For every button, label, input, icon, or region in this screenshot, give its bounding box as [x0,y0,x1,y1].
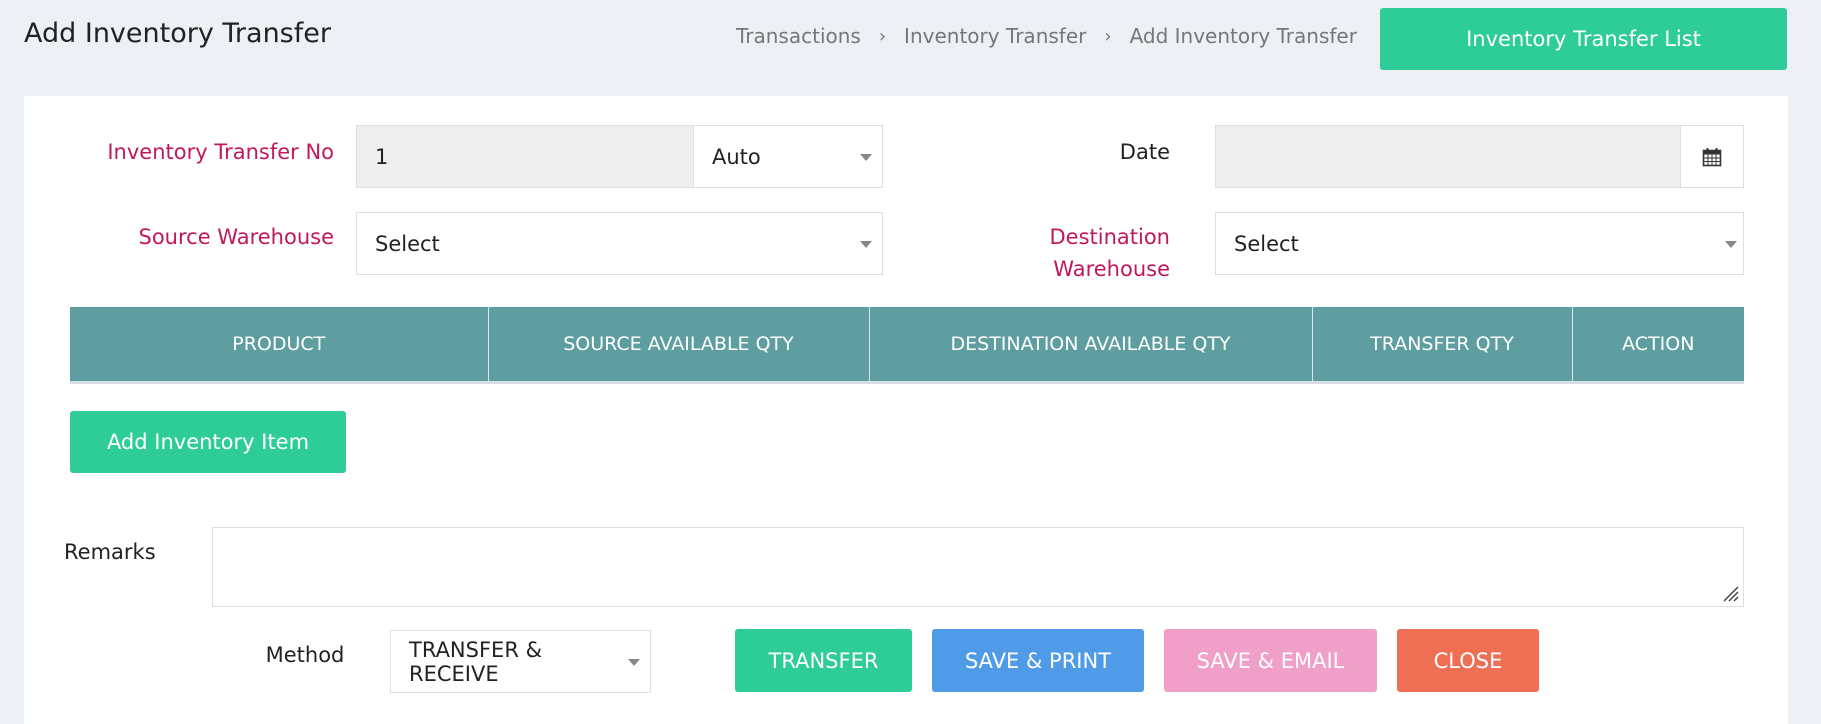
transfer-no-field[interactable]: 1 [356,125,694,188]
breadcrumb-item-current: Add Inventory Transfer [1129,24,1357,48]
form-card: Inventory Transfer No 1 Auto Date Source… [24,96,1788,724]
source-warehouse-value: Select [375,231,440,256]
numbering-mode-select[interactable]: Auto [693,125,883,188]
caret-down-icon [860,153,872,161]
column-header-product: PRODUCT [70,307,489,384]
table-header-row: PRODUCT SOURCE AVAILABLE QTY DESTINATION… [70,307,1744,384]
numbering-mode-value: Auto [712,144,761,169]
date-picker-button[interactable] [1680,125,1744,188]
column-header-destination-available-qty: DESTINATION AVAILABLE QTY [869,307,1313,384]
method-select[interactable]: TRANSFER & RECEIVE [390,630,651,693]
inventory-items-table: PRODUCT SOURCE AVAILABLE QTY DESTINATION… [70,307,1744,384]
inventory-transfer-list-button[interactable]: Inventory Transfer List [1380,8,1787,70]
chevron-right-icon: › [1104,25,1112,47]
source-warehouse-select[interactable]: Select [356,212,883,275]
method-value: TRANSFER & RECEIVE [409,637,542,686]
transfer-no-value: 1 [375,144,389,169]
remarks-textarea[interactable] [212,527,1744,607]
source-warehouse-label: Source Warehouse [138,225,334,249]
date-label: Date [1119,140,1170,164]
breadcrumb: Transactions › Inventory Transfer › Add … [736,24,1357,48]
caret-down-icon [1725,240,1737,248]
method-label: Method [265,643,345,667]
date-field[interactable] [1215,125,1685,188]
destination-warehouse-select[interactable]: Select [1215,212,1744,275]
transfer-no-label: Inventory Transfer No [107,140,334,164]
destination-warehouse-label: Destination Warehouse [984,221,1170,285]
remarks-label: Remarks [64,540,156,564]
breadcrumb-item-inventory-transfer[interactable]: Inventory Transfer [904,24,1086,48]
caret-down-icon [860,240,872,248]
transfer-button[interactable]: TRANSFER [735,629,912,692]
save-print-button[interactable]: SAVE & PRINT [932,629,1144,692]
column-header-transfer-qty: TRANSFER QTY [1312,307,1573,384]
destination-warehouse-label-line2: Warehouse [1053,257,1170,281]
caret-down-icon [628,658,640,666]
page-title: Add Inventory Transfer [24,18,331,49]
destination-warehouse-label-line1: Destination [1049,225,1170,249]
close-button[interactable]: CLOSE [1397,629,1539,692]
resize-grip-icon[interactable] [1721,584,1739,602]
column-header-action: ACTION [1572,307,1744,384]
save-email-button[interactable]: SAVE & EMAIL [1164,629,1377,692]
breadcrumb-item-transactions[interactable]: Transactions [736,24,861,48]
chevron-right-icon: › [878,25,887,47]
add-inventory-item-button[interactable]: Add Inventory Item [70,411,346,473]
calendar-icon [1702,147,1722,166]
destination-warehouse-value: Select [1234,231,1299,256]
column-header-source-available-qty: SOURCE AVAILABLE QTY [488,307,870,384]
